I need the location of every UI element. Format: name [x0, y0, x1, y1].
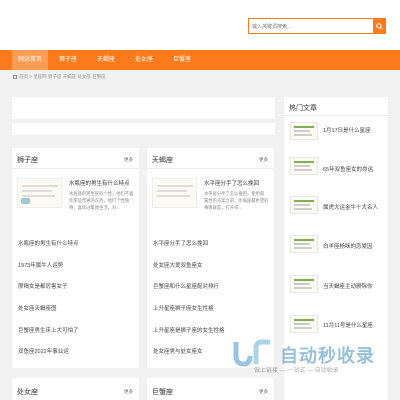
hot-thumbnail[interactable]	[290, 196, 318, 214]
search-box	[248, 18, 386, 34]
breadcrumb: 首页 > 星座网 狮子座 天蝎座 处女座 巨蟹座	[13, 73, 106, 81]
hot-thumbnail[interactable]	[290, 275, 318, 293]
list-item[interactable]: 双鱼座2022年事业运	[18, 347, 69, 355]
nav-item-home[interactable]: 网站首页	[12, 50, 48, 70]
section-title: 狮子座	[17, 157, 38, 164]
hot-title: 热门文章	[289, 105, 317, 112]
list-item[interactable]: 水平座分手了怎么挽回	[153, 239, 208, 247]
more-link[interactable]: 更多	[259, 389, 268, 395]
list-item[interactable]: 1973年属牛人运势	[18, 261, 63, 269]
more-link[interactable]: 更多	[124, 157, 133, 163]
hot-item[interactable]: 65年双鱼座女的命运	[323, 165, 373, 173]
list-item[interactable]: 处女座男与处女座女	[153, 347, 203, 355]
section-title: 天蝎座	[152, 157, 173, 164]
nav-item-scorpio[interactable]: 天蝎座	[90, 50, 122, 70]
feature-desc: 水瓶座的男生很有个性，他们不喜欢那些普通的东西，他们个性独特，喜欢过集体生活，对…	[69, 191, 134, 210]
hot-item[interactable]: 白羊座杨咪的恋爱因	[323, 242, 373, 250]
hot-thumbnail[interactable]	[290, 122, 318, 140]
hot-item[interactable]: 属虎大运金牛十大名人	[323, 203, 378, 211]
hot-thumbnail[interactable]	[290, 235, 318, 253]
logo-icon	[233, 339, 270, 367]
more-link[interactable]: 更多	[124, 389, 133, 395]
section-title: 处女座	[17, 389, 38, 396]
section-virgo: 处女座 更多	[12, 378, 139, 400]
banner-panel-1	[12, 97, 275, 119]
nav-item-leo[interactable]: 狮子座	[52, 50, 84, 70]
article-thumbnail[interactable]	[17, 178, 62, 208]
home-icon	[13, 74, 17, 79]
divider	[284, 115, 388, 116]
feature-desc: 水平座分手了怎么挽回，使用和 属性的方案之前，水瓶座最希望的事情就是，打开校..…	[204, 191, 270, 210]
hot-item[interactable]: 当天蝎座主动删除你	[323, 282, 373, 290]
list-item[interactable]: 上升星座狮子座女生性格	[153, 304, 214, 312]
hot-thumbnail[interactable]	[290, 315, 318, 333]
breadcrumb-text[interactable]: 首页 > 星座网 狮子座 天蝎座 处女座 巨蟹座	[19, 74, 106, 79]
top-header	[0, 0, 400, 50]
nav-item-virgo[interactable]: 处女座	[128, 50, 160, 70]
search-input[interactable]	[252, 21, 372, 32]
section-leo: 狮子座 更多 水瓶座的男生有什么特点 水瓶座的男生很有个性，他们不喜欢那些普通的…	[12, 148, 139, 368]
list-item[interactable]: 处女座天蝎座图	[18, 304, 57, 312]
section-title: 巨蟹座	[152, 389, 173, 396]
list-item[interactable]: 巨蟹座和什么星座配对排行	[153, 282, 219, 290]
hot-item[interactable]: 11月11号是什么星座	[323, 321, 373, 329]
more-link[interactable]: 更多	[259, 157, 268, 163]
divider	[12, 168, 139, 169]
main-nav: 网站首页 狮子座 天蝎座 处女座 巨蟹座	[0, 50, 400, 70]
hot-item[interactable]: 1月17日是什么星座	[323, 126, 371, 134]
list-item[interactable]: 处女座大爱双鱼座女	[153, 261, 203, 269]
hot-thumbnail[interactable]	[290, 157, 318, 175]
article-thumbnail[interactable]	[152, 178, 197, 208]
list-item[interactable]: 摩羯女是都厉害女子	[18, 282, 68, 290]
search-button[interactable]	[373, 19, 385, 33]
list-item[interactable]: 水瓶座的男生有什么特点	[18, 239, 79, 247]
feature-title[interactable]: 水平座分手了怎么挽回	[204, 179, 259, 187]
list-item[interactable]: 巨蟹座男生床上大可怕了	[18, 326, 79, 334]
section-scorpio: 天蝎座 更多 水平座分手了怎么挽回 水平座分手了怎么挽回，使用和 属性的方案之前…	[147, 148, 274, 368]
list-item[interactable]: 上升星座是狮子座的女生性格	[153, 326, 225, 334]
banner-panel-2	[12, 123, 275, 135]
watermark-subtext: 做上链接 — 一站式 — 自动收录	[254, 368, 339, 374]
nav-item-cancer[interactable]: 巨蟹座	[166, 50, 198, 70]
watermark: 自动秒收录 做上链接 — 一站式 — 自动收录	[232, 336, 392, 384]
divider	[147, 168, 274, 169]
search-icon	[375, 22, 383, 30]
feature-title[interactable]: 水瓶座的男生有什么特点	[69, 179, 130, 187]
